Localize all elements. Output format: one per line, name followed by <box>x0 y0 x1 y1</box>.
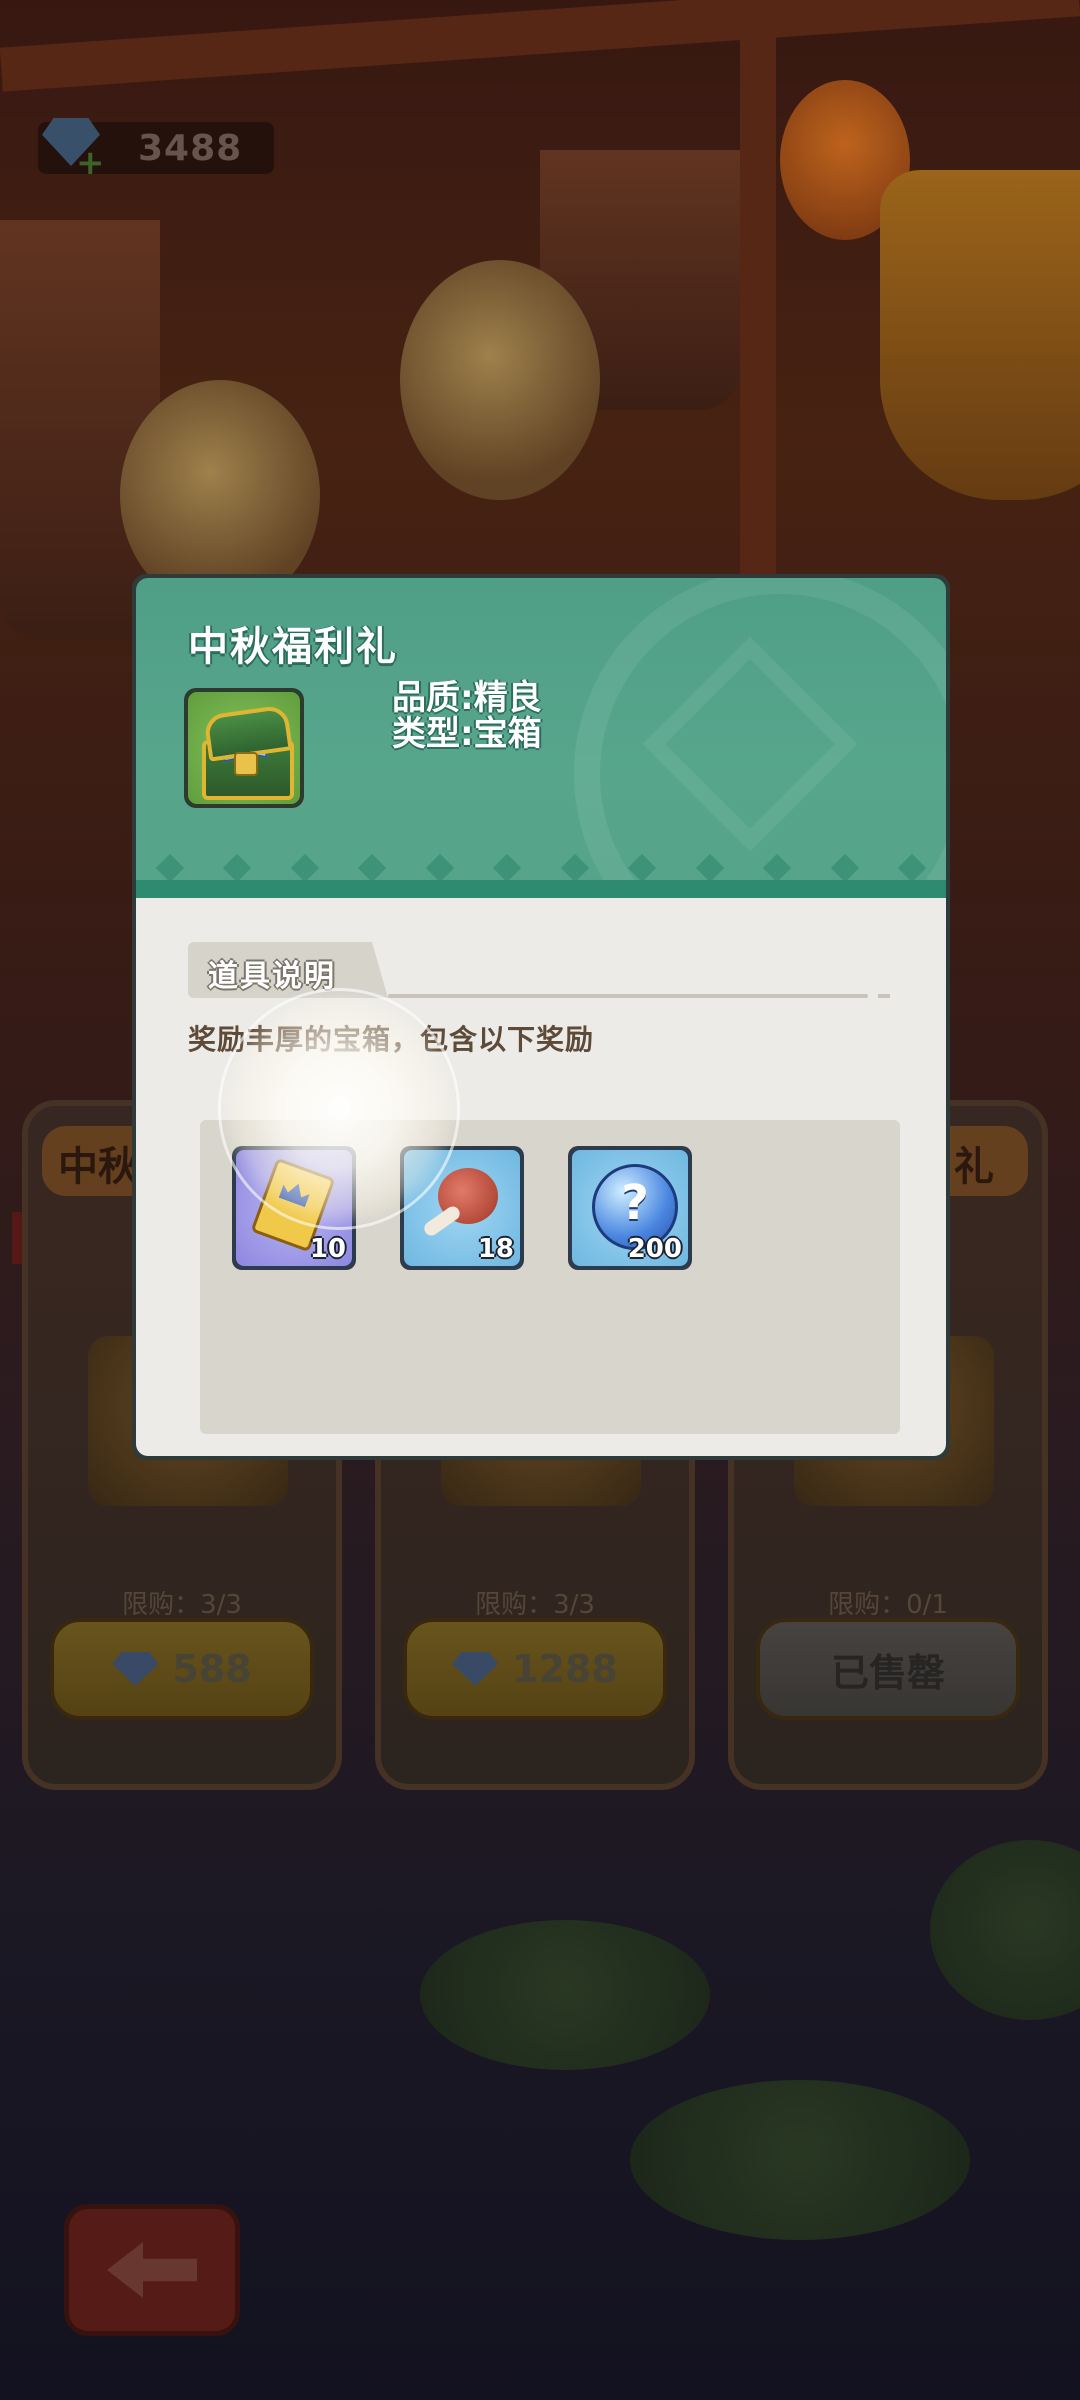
header-pattern <box>136 853 946 883</box>
section-divider <box>388 994 868 998</box>
reward-count: 200 <box>627 1234 682 1264</box>
section-divider-end <box>878 994 890 998</box>
header-border <box>136 880 946 898</box>
treasure-chest-icon <box>188 692 300 804</box>
item-icon-frame <box>184 688 304 808</box>
reward-count: 10 <box>309 1234 346 1264</box>
section-label-text: 道具说明 <box>208 959 336 994</box>
reward-count: 18 <box>477 1234 514 1264</box>
item-title: 中秋福利礼 <box>188 624 398 670</box>
modal-header: 中秋福利礼 品质:精良 类型:宝箱 <box>136 578 946 898</box>
tap-indicator <box>218 988 460 1230</box>
item-type: 类型:宝箱 <box>392 714 542 754</box>
reward-item[interactable]: ? 200 <box>568 1146 692 1270</box>
item-detail-modal: 中秋福利礼 品质:精良 类型:宝箱 道具说明 奖励丰厚的宝箱，包含以下奖励 10 <box>132 574 950 1460</box>
